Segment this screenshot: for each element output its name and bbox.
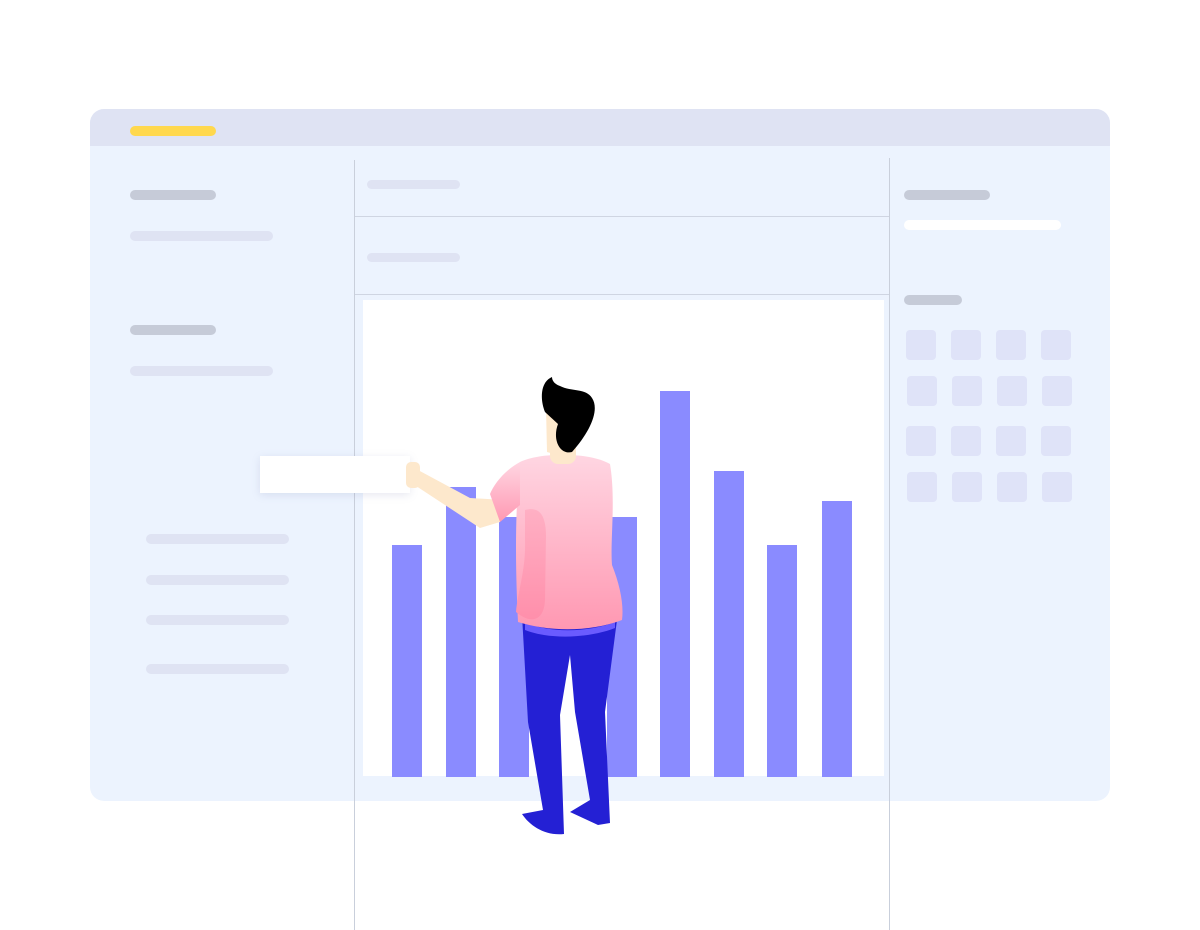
chart-bar xyxy=(499,517,529,777)
grid-tile[interactable] xyxy=(996,426,1026,456)
title-bar xyxy=(90,109,1110,146)
panel-subheading-placeholder xyxy=(904,295,962,305)
grid-tile[interactable] xyxy=(1041,330,1071,360)
column-divider-left xyxy=(354,160,355,930)
toolbar-line-placeholder xyxy=(367,253,460,262)
column-divider-right xyxy=(889,158,890,930)
sidebar-heading-placeholder xyxy=(130,325,216,335)
grid-tile[interactable] xyxy=(907,376,937,406)
chart-bar xyxy=(660,391,690,777)
grid-tile[interactable] xyxy=(952,472,982,502)
grid-tile[interactable] xyxy=(1042,472,1072,502)
sidebar-item-placeholder[interactable] xyxy=(146,664,289,674)
chart-bar xyxy=(822,501,852,777)
chart-bar xyxy=(767,545,797,777)
chart-bar xyxy=(392,545,422,777)
sidebar-item-placeholder[interactable] xyxy=(146,575,289,585)
sidebar-item-placeholder[interactable] xyxy=(146,615,289,625)
title-accent-bar xyxy=(130,126,216,136)
grid-tile[interactable] xyxy=(906,330,936,360)
sidebar-line-placeholder xyxy=(130,366,273,376)
grid-tile[interactable] xyxy=(906,426,936,456)
grid-tile[interactable] xyxy=(997,472,1027,502)
toolbar-line-placeholder xyxy=(367,180,460,189)
grid-tile[interactable] xyxy=(1041,426,1071,456)
chart-bar xyxy=(446,487,476,777)
chart-bar xyxy=(714,471,744,777)
chart-bar xyxy=(607,517,637,777)
grid-tile[interactable] xyxy=(951,426,981,456)
grid-tile[interactable] xyxy=(951,330,981,360)
row-divider xyxy=(355,216,889,217)
panel-heading-placeholder xyxy=(904,190,990,200)
grid-tile[interactable] xyxy=(907,472,937,502)
grid-tile[interactable] xyxy=(952,376,982,406)
sidebar-line-placeholder xyxy=(130,231,273,241)
note-card[interactable] xyxy=(260,456,410,493)
sidebar-heading-placeholder xyxy=(130,190,216,200)
grid-tile[interactable] xyxy=(996,330,1026,360)
sidebar-item-placeholder[interactable] xyxy=(146,534,289,544)
row-divider xyxy=(355,294,889,295)
grid-tile[interactable] xyxy=(1042,376,1072,406)
panel-input-placeholder[interactable] xyxy=(904,220,1061,230)
grid-tile[interactable] xyxy=(997,376,1027,406)
